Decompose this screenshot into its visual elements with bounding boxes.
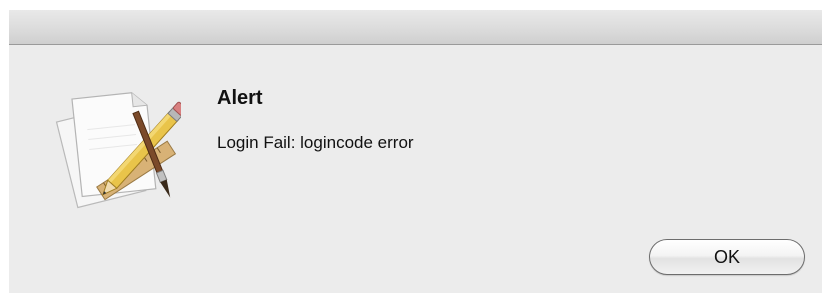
script-editor-icon xyxy=(55,92,181,209)
alert-message: Login Fail: logincode error xyxy=(217,133,414,152)
dialog-titlebar[interactable] xyxy=(9,10,822,45)
ok-button[interactable]: OK xyxy=(649,239,805,275)
dialog-content: Alert Login Fail: logincode error OK xyxy=(9,45,822,293)
alert-title: Alert xyxy=(217,87,263,109)
alert-dialog: Alert Login Fail: logincode error OK xyxy=(9,10,822,293)
